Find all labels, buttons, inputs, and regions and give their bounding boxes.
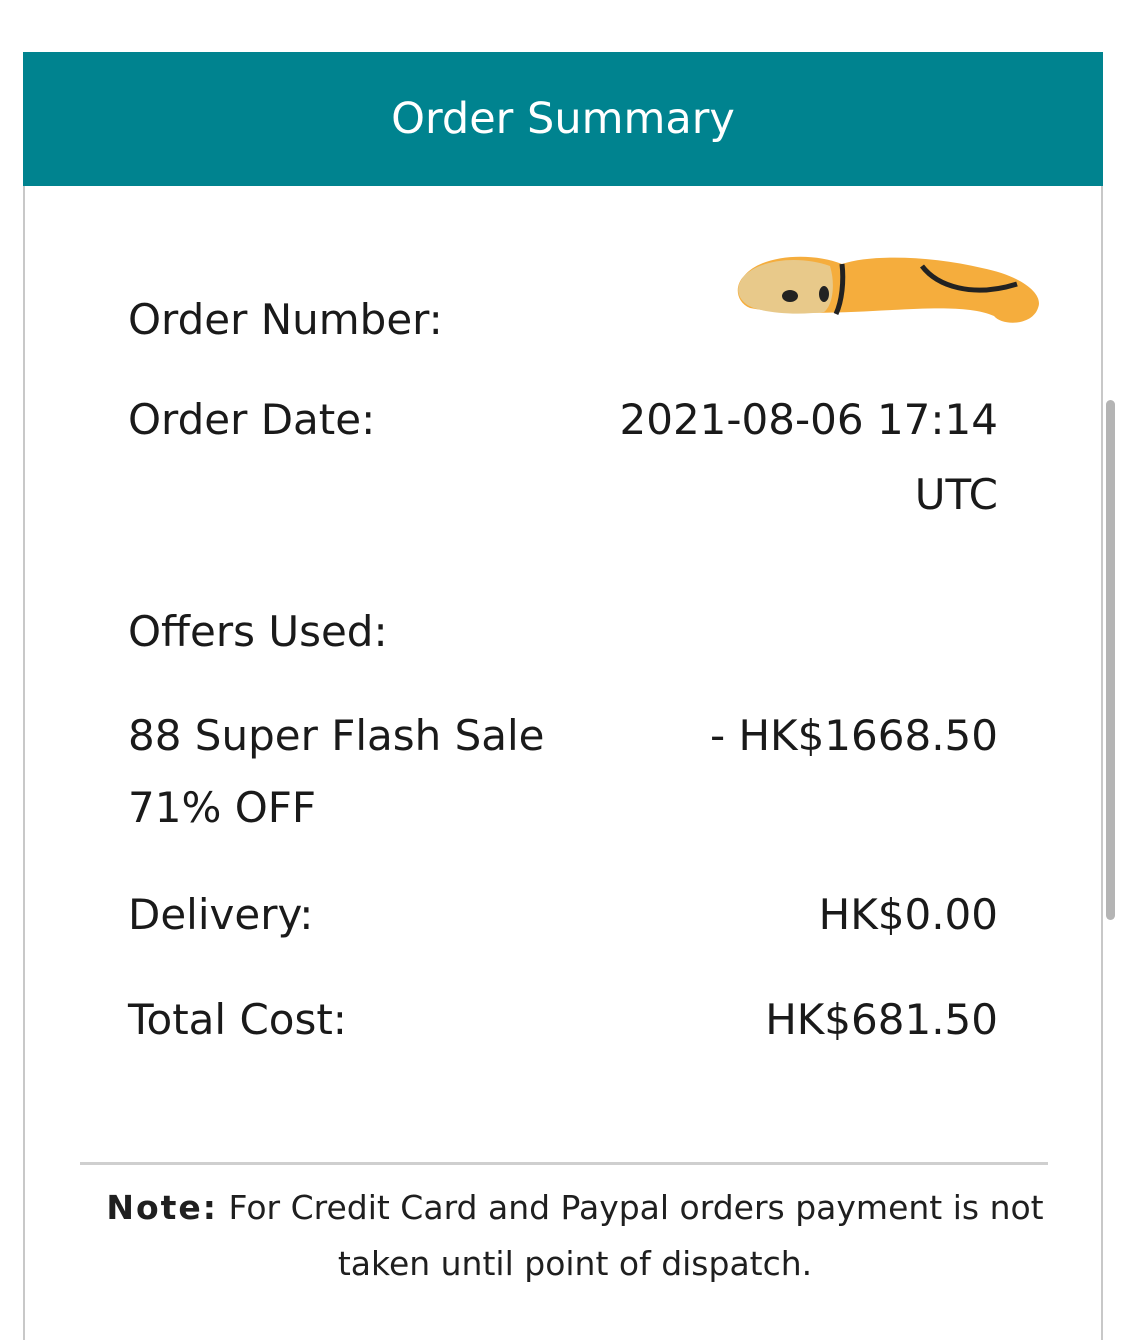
delivery-value: HK$0.00 [818, 890, 998, 939]
order-summary-card: Order Summary Order Number: Order Date: … [23, 52, 1103, 1340]
note-text: For Credit Card and Paypal orders paymen… [228, 1188, 1044, 1283]
offer-discount: 71% OFF [128, 783, 317, 832]
redaction-scribble [737, 256, 1039, 323]
order-number-label: Order Number: [128, 295, 443, 344]
divider [80, 1162, 1048, 1165]
order-date-value: 2021-08-06 17:14 [619, 395, 998, 444]
total-cost-label: Total Cost: [128, 995, 347, 1044]
offers-used-label: Offers Used: [128, 607, 388, 656]
order-date-label: Order Date: [128, 395, 376, 444]
scrollbar[interactable] [1106, 400, 1115, 920]
payment-note: Note: For Credit Card and Paypal orders … [95, 1180, 1055, 1292]
delivery-label: Delivery: [128, 890, 314, 939]
offer-amount: - HK$1668.50 [709, 711, 998, 760]
note-label: Note: [106, 1188, 219, 1227]
offer-name: 88 Super Flash Sale [128, 711, 545, 760]
total-cost-value: HK$681.50 [765, 995, 998, 1044]
order-summary-header: Order Summary [23, 52, 1103, 186]
order-date-timezone: UTC [914, 470, 998, 519]
